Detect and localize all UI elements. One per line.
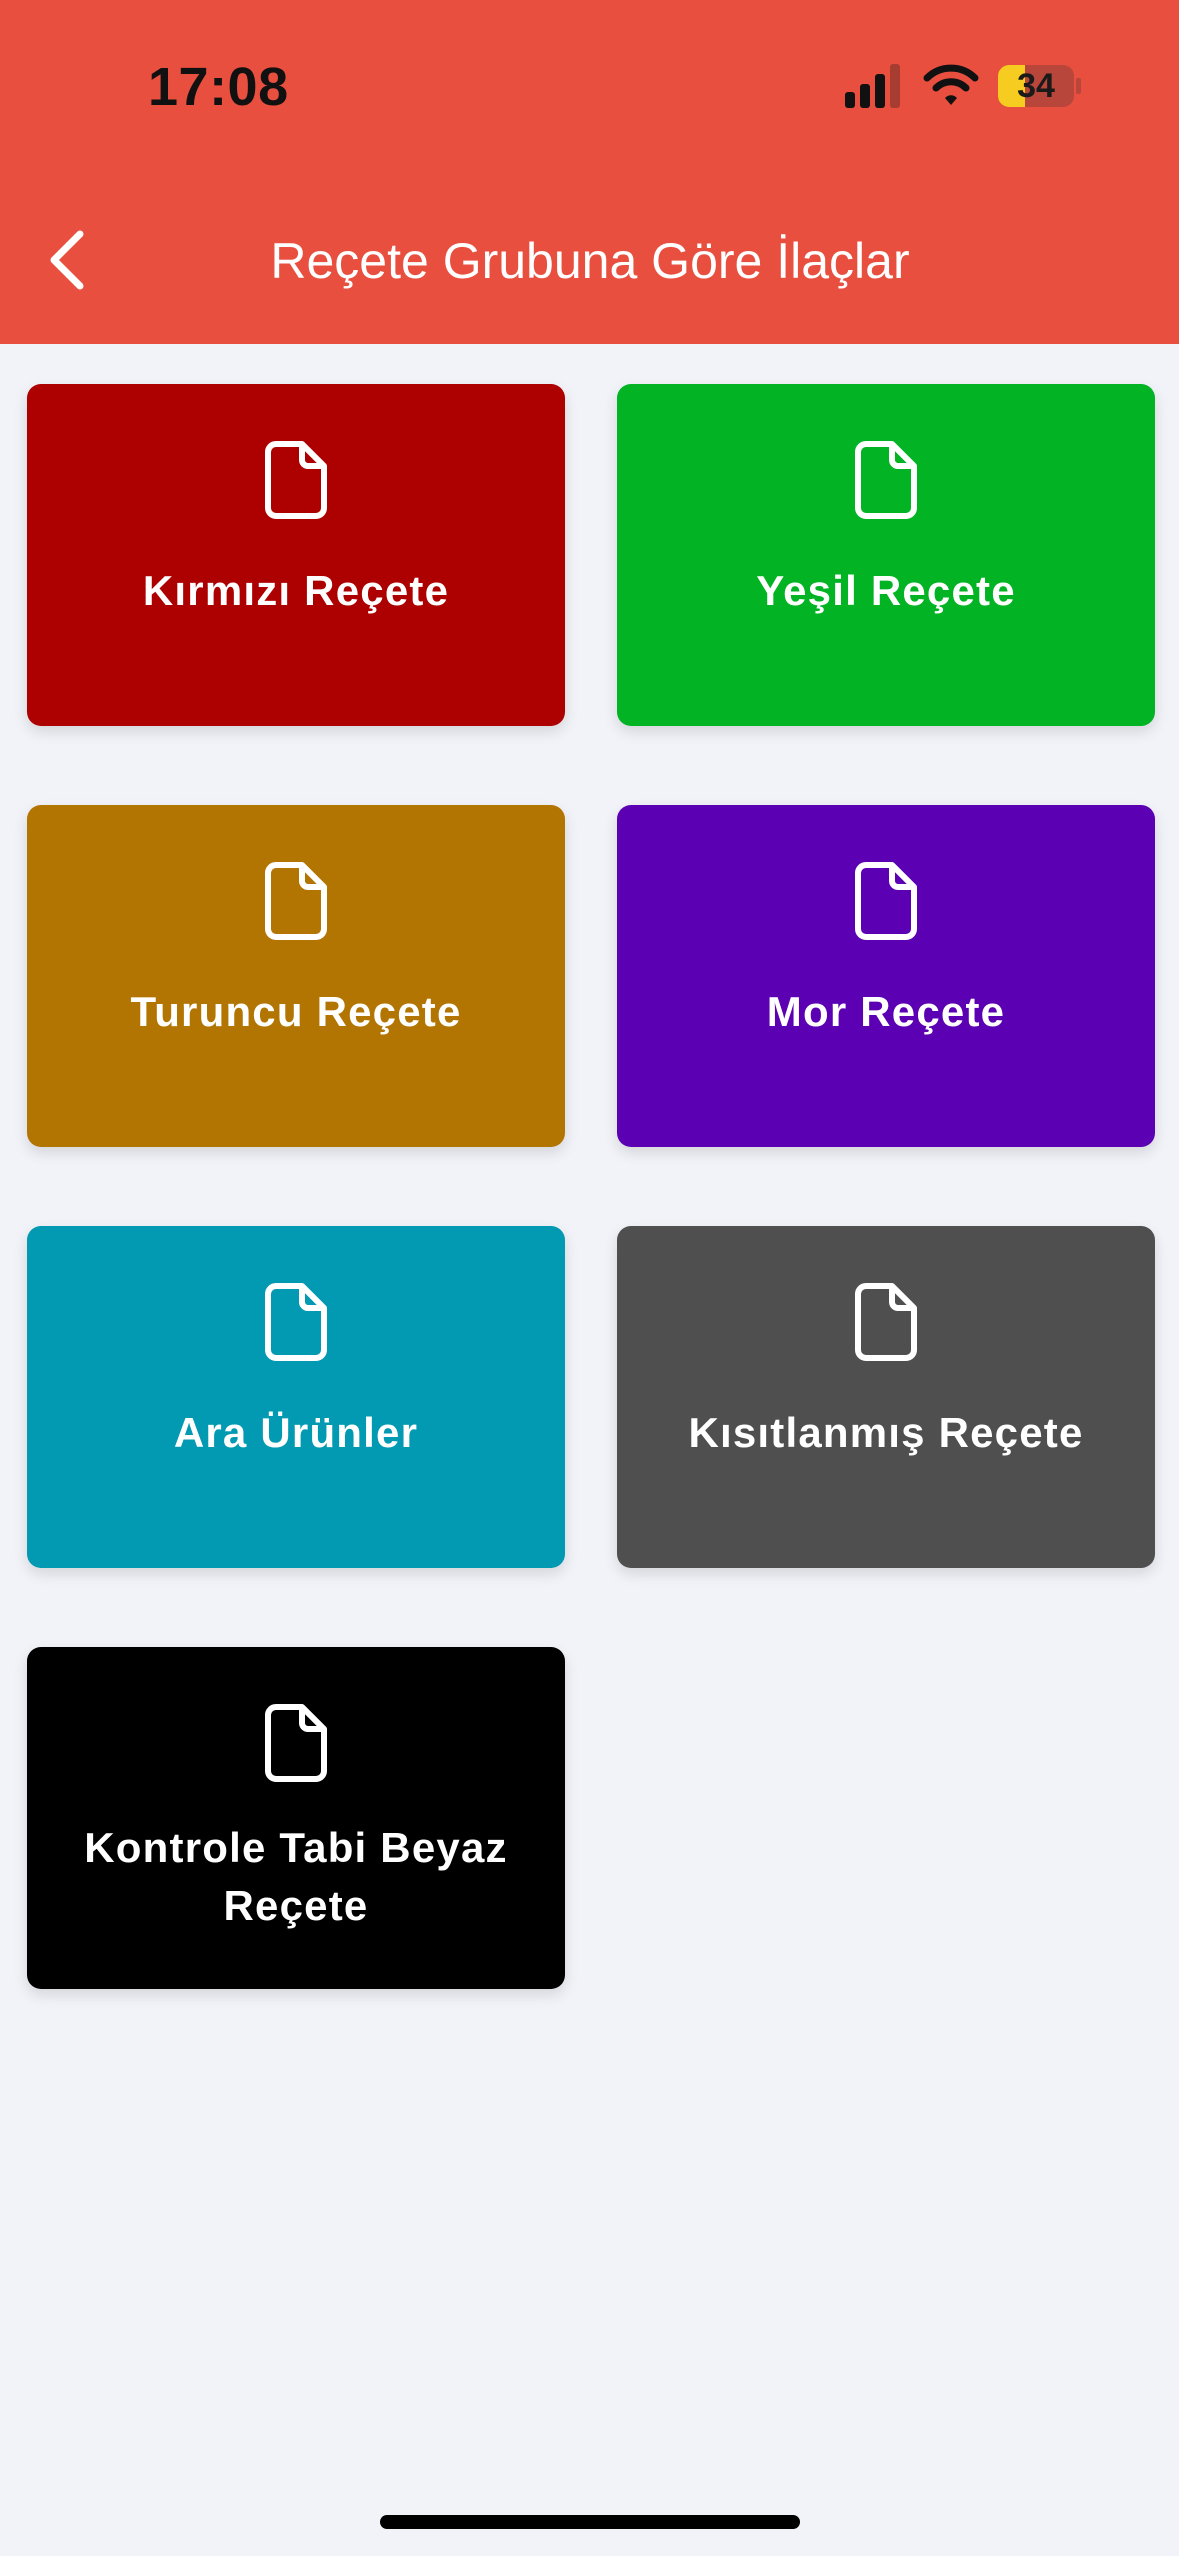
card-mor-recete[interactable]: Mor Reçete: [617, 805, 1155, 1147]
card-yesil-recete[interactable]: Yeşil Reçete: [617, 384, 1155, 726]
card-turuncu-recete[interactable]: Turuncu Reçete: [27, 805, 565, 1147]
page-title: Reçete Grubuna Göre İlaçlar: [270, 233, 910, 289]
home-indicator[interactable]: [380, 2515, 800, 2529]
status-time: 17:08: [148, 57, 289, 117]
back-button[interactable]: [38, 222, 94, 298]
card-label: Ara Ürünler: [173, 1409, 419, 1456]
battery-level: 34: [1017, 67, 1055, 105]
card-label: Kırmızı Reçete: [142, 567, 450, 614]
app-header: 17:08 34 Reçete Grubuna Göre İlaçlar: [0, 0, 1179, 344]
document-icon: [265, 1283, 327, 1361]
card-label: Kontrole Tabi Beyaz Reçete: [84, 1824, 508, 1929]
card-label: Kısıtlanmış Reçete: [688, 1409, 1084, 1456]
document-icon: [265, 441, 327, 519]
wifi-icon: [923, 64, 979, 105]
document-icon: [855, 862, 917, 940]
document-icon: [855, 441, 917, 519]
card-label: Turuncu Reçete: [130, 988, 462, 1035]
card-label: Mor Reçete: [766, 988, 1006, 1035]
card-kisitlanmis-recete[interactable]: Kısıtlanmış Reçete: [617, 1226, 1155, 1568]
card-kontrole-tabi-beyaz-recete[interactable]: Kontrole Tabi Beyaz Reçete: [27, 1647, 565, 1989]
chevron-left-icon: [50, 230, 84, 290]
card-ara-urunler[interactable]: Ara Ürünler: [27, 1226, 565, 1568]
document-icon: [855, 1283, 917, 1361]
card-kirmizi-recete[interactable]: Kırmızı Reçete: [27, 384, 565, 726]
signal-icon: [845, 64, 900, 108]
document-icon: [265, 862, 327, 940]
document-icon: [265, 1704, 327, 1782]
card-label: Yeşil Reçete: [756, 567, 1016, 614]
